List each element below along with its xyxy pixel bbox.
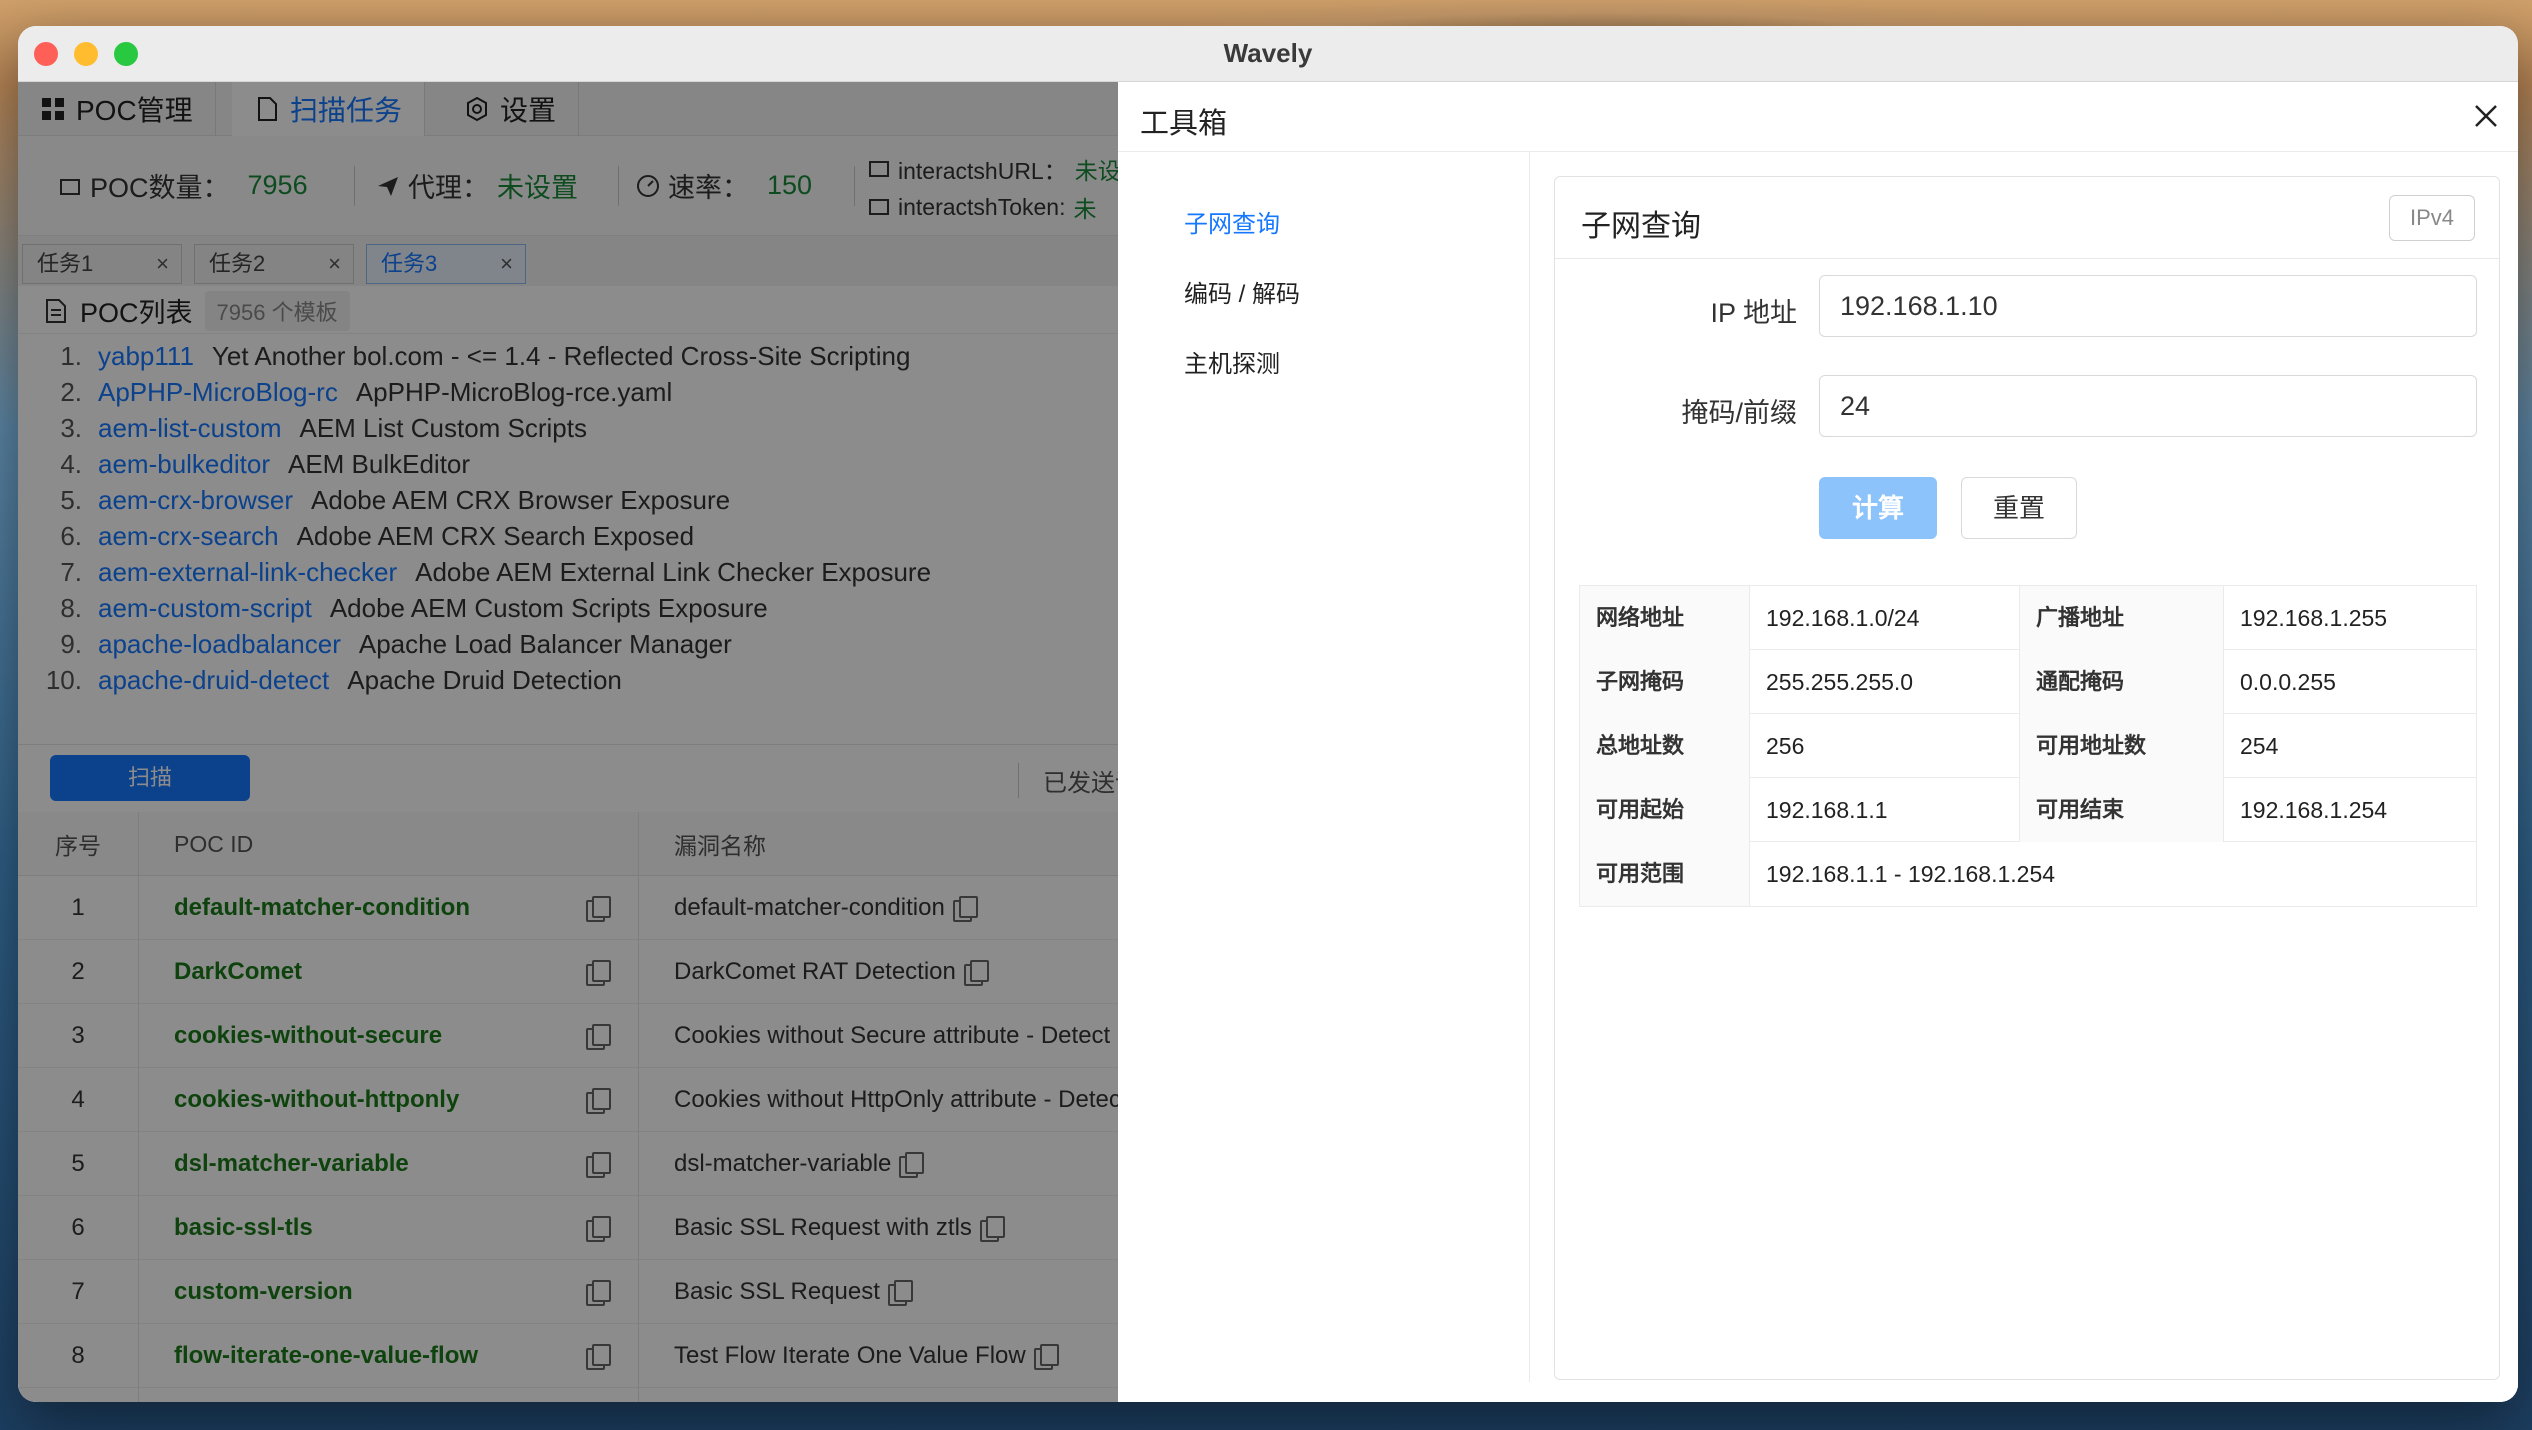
wildcard-label: 通配掩码 [2020, 650, 2224, 714]
ip-input[interactable] [1819, 275, 2477, 337]
toolbox-drawer: 工具箱 子网查询 编码 / 解码 主机探测 子网查询 IPv4 IP 地址 掩码… [1118, 82, 2518, 1402]
drawer-header: 工具箱 [1118, 82, 2518, 152]
title-bar: Wavely [18, 26, 2518, 82]
drawer-title: 工具箱 [1140, 108, 1228, 140]
range-label: 可用范围 [1580, 842, 1750, 906]
close-icon[interactable] [2468, 98, 2504, 134]
first-value: 192.168.1.1 [1750, 778, 2020, 842]
calculate-button[interactable]: 计算 [1819, 477, 1937, 539]
result-row: 网络地址 192.168.1.0/24 广播地址 192.168.1.255 [1580, 586, 2476, 650]
total-label: 总地址数 [1580, 714, 1750, 778]
subnet-panel-title: 子网查询 [1581, 210, 1701, 243]
subnet-panel: 子网查询 IPv4 IP 地址 掩码/前缀 计算 重置 网络地址 192.168… [1554, 176, 2500, 1380]
range-value: 192.168.1.1 - 192.168.1.254 [1766, 861, 2056, 887]
result-row: 子网掩码 255.255.255.0 通配掩码 0.0.0.255 [1580, 650, 2476, 714]
wildcard-value: 0.0.0.255 [2240, 669, 2336, 695]
last-label: 可用结束 [2020, 778, 2224, 842]
ip-label: IP 地址 [1710, 298, 1797, 328]
broadcast-label: 广播地址 [2020, 586, 2224, 650]
first-label: 可用起始 [1580, 778, 1750, 842]
network-value: 192.168.1.0/24 [1750, 586, 2020, 650]
netmask-value: 255.255.255.0 [1750, 650, 2020, 714]
last-value: 192.168.1.254 [2240, 797, 2388, 823]
toolbox-menu: 子网查询 编码 / 解码 主机探测 [1118, 152, 1530, 1382]
menu-item-subnet[interactable]: 子网查询 [1184, 204, 1280, 239]
mask-label: 掩码/前缀 [1681, 398, 1797, 428]
result-row: 总地址数 256 可用地址数 254 [1580, 714, 2476, 778]
subnet-result-table: 网络地址 192.168.1.0/24 广播地址 192.168.1.255 子… [1579, 585, 2477, 907]
result-row: 可用范围 192.168.1.1 - 192.168.1.254 [1580, 842, 2476, 906]
menu-item-host-detect[interactable]: 主机探测 [1184, 344, 1280, 379]
ipv4-tag: IPv4 [2389, 195, 2475, 241]
reset-button[interactable]: 重置 [1961, 477, 2077, 539]
netmask-label: 子网掩码 [1580, 650, 1750, 714]
app-window: Wavely POC管理 扫描任务 设置 POC数量： 7956 代理： 未设置… [18, 26, 2518, 1402]
modal-overlay[interactable] [18, 82, 1118, 1402]
broadcast-value: 192.168.1.255 [2240, 605, 2388, 631]
menu-item-encode-decode[interactable]: 编码 / 解码 [1184, 274, 1300, 309]
usable-value: 254 [2240, 733, 2279, 759]
usable-label: 可用地址数 [2020, 714, 2224, 778]
total-value: 256 [1750, 714, 2020, 778]
result-row: 可用起始 192.168.1.1 可用结束 192.168.1.254 [1580, 778, 2476, 842]
window-title: Wavely [1223, 38, 1313, 68]
network-label: 网络地址 [1580, 586, 1750, 650]
subnet-panel-header: 子网查询 IPv4 [1555, 177, 2499, 259]
mask-input[interactable] [1819, 375, 2477, 437]
